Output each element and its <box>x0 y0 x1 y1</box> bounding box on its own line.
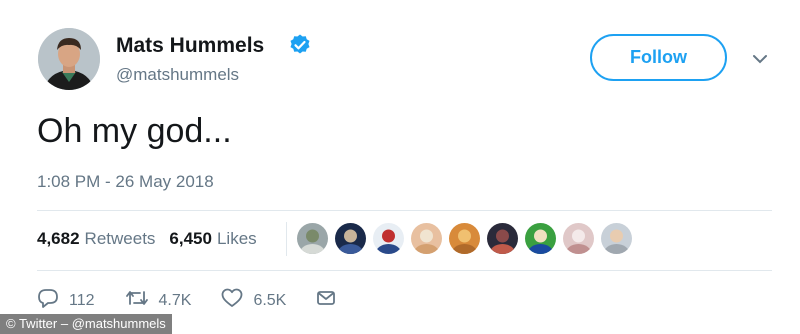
tweet-actions: 112 4.7K 6.5K <box>37 288 366 313</box>
retweets-stat[interactable]: 4,682 Retweets <box>37 229 155 249</box>
verified-badge-icon <box>288 33 312 62</box>
retweet-icon <box>125 288 149 313</box>
liker-avatar[interactable] <box>525 223 556 254</box>
retweets-count: 4,682 <box>37 229 80 248</box>
avatar[interactable] <box>38 28 100 90</box>
retweet-button[interactable]: 4.7K <box>125 288 192 313</box>
like-button[interactable]: 6.5K <box>221 288 286 313</box>
chevron-down-icon[interactable] <box>752 52 768 70</box>
heart-icon <box>221 288 243 313</box>
likes-count: 6,450 <box>169 229 212 248</box>
likes-stat[interactable]: 6,450 Likes <box>169 229 256 249</box>
liker-avatar[interactable] <box>449 223 480 254</box>
reply-icon <box>37 288 59 313</box>
like-count: 6.5K <box>253 291 287 309</box>
liker-avatar[interactable] <box>411 223 442 254</box>
reply-count: 112 <box>69 291 95 309</box>
retweets-label: Retweets <box>84 229 156 248</box>
divider <box>37 270 772 271</box>
tweet-timestamp[interactable]: 1:08 PM - 26 May 2018 <box>37 172 214 192</box>
retweet-count: 4.7K <box>158 291 192 309</box>
follow-button[interactable]: Follow <box>590 34 727 81</box>
envelope-icon <box>316 289 336 312</box>
liker-avatar[interactable] <box>297 223 328 254</box>
divider <box>37 210 772 211</box>
tweet-text: Oh my god... <box>37 112 232 150</box>
image-credit: © Twitter – @matshummels <box>0 314 172 334</box>
liker-avatar[interactable] <box>601 223 632 254</box>
direct-message-button[interactable] <box>316 289 336 312</box>
liker-avatars <box>297 223 632 254</box>
likes-label: Likes <box>216 229 257 248</box>
author-handle[interactable]: @matshummels <box>116 65 239 85</box>
liker-avatar[interactable] <box>373 223 404 254</box>
reply-button[interactable]: 112 <box>37 288 95 313</box>
liker-avatar[interactable] <box>335 223 366 254</box>
stats-separator <box>286 222 287 256</box>
author-name[interactable]: Mats Hummels <box>116 34 264 58</box>
liker-avatar[interactable] <box>487 223 518 254</box>
liker-avatar[interactable] <box>563 223 594 254</box>
engagement-stats: 4,682 Retweets 6,450 Likes <box>37 229 257 249</box>
